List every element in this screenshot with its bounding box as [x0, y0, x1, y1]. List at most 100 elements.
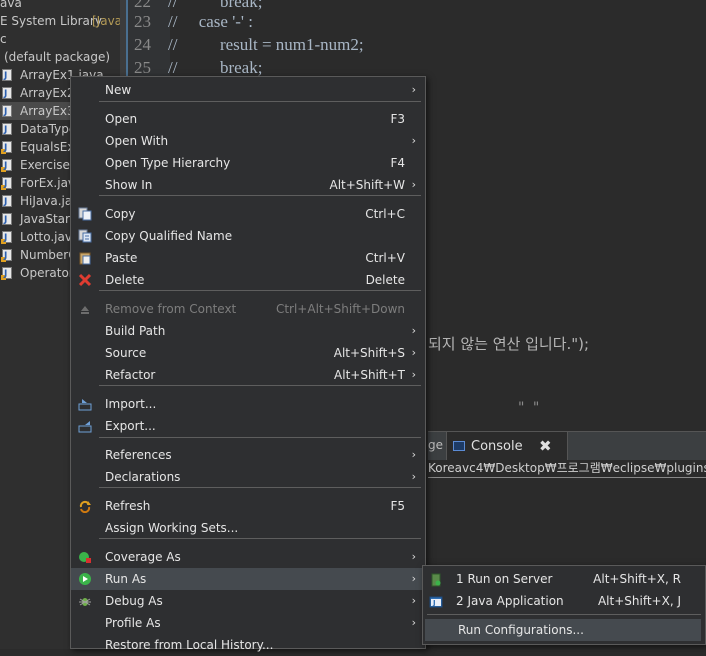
java-file-icon — [2, 121, 12, 139]
menu-item-label: Import... — [105, 397, 157, 411]
java-file-icon — [1, 265, 12, 283]
line-number: 24 — [134, 35, 151, 54]
copy-icon — [78, 207, 92, 221]
chevron-right-icon: › — [411, 594, 416, 607]
debug-icon — [78, 594, 92, 608]
code-line: // case '-' : — [168, 12, 253, 31]
menu-item-label: Show In — [105, 178, 153, 192]
tree-item-label: NumberG — [20, 248, 78, 262]
submenu-item-label: 2 Java Application — [456, 594, 564, 608]
tree-item-label: Exercise1 — [20, 158, 78, 172]
submenu-item-1-run-on-server[interactable]: 1 Run on Server Alt+Shift+X, R — [423, 568, 705, 590]
menu-item-open-with[interactable]: Open With › — [71, 130, 425, 152]
chevron-right-icon: › — [411, 368, 416, 381]
delete-icon — [78, 273, 92, 287]
menu-item-declarations[interactable]: Declarations › — [71, 466, 425, 488]
menu-item-export[interactable]: Export... — [71, 415, 425, 437]
chevron-right-icon: › — [411, 178, 416, 191]
menu-item-copy-qualified-name[interactable]: Copy Qualified Name — [71, 225, 425, 247]
submenu-item-2-java-application[interactable]: J 2 Java Application Alt+Shift+X, J — [423, 590, 705, 612]
refresh-icon — [78, 499, 92, 514]
java-file-icon — [2, 103, 12, 121]
server-icon — [429, 572, 443, 587]
menu-item-label: Build Path — [105, 324, 166, 338]
menu-item-label: Refresh — [105, 499, 151, 513]
menu-item-label: Source — [105, 346, 147, 360]
menu-item-paste[interactable]: Paste Ctrl+V — [71, 247, 425, 269]
chevron-right-icon: › — [411, 550, 416, 563]
submenu-item-label: 1 Run on Server — [456, 572, 553, 586]
menu-item-build-path[interactable]: Build Path › — [71, 320, 425, 342]
menu-item-label: Copy — [105, 207, 136, 221]
menu-item-label: Copy Qualified Name — [105, 229, 233, 243]
java-file-icon — [1, 175, 12, 193]
submenu-item-label: Run Configurations... — [458, 623, 584, 637]
console-path: Koreavc4₩Desktop₩프로그램₩eclipse₩plugins₩or… — [428, 459, 706, 478]
chevron-right-icon: › — [411, 448, 416, 461]
menu-item-refresh[interactable]: Refresh F5 — [71, 495, 425, 517]
menu-item-import[interactable]: Import... — [71, 393, 425, 415]
java-file-icon — [1, 157, 12, 175]
svg-text:J: J — [432, 599, 436, 607]
coverage-icon — [78, 550, 92, 564]
menu-item-shortcut: Ctrl+Alt+Shift+Down — [275, 302, 405, 316]
line-number: 23 — [134, 12, 151, 31]
menu-item-references[interactable]: References › — [71, 444, 425, 466]
tab-console[interactable]: Console ✖ — [446, 432, 568, 460]
menu-item-delete[interactable]: Delete Delete — [71, 269, 425, 291]
menu-item-label: Open With — [105, 134, 169, 148]
menu-item-new[interactable]: New › — [71, 79, 425, 101]
menu-item-copy[interactable]: Copy Ctrl+C — [71, 203, 425, 225]
menu-item-shortcut: F4 — [390, 156, 405, 170]
menu-item-label: Open — [105, 112, 138, 126]
menu-separator — [99, 101, 421, 102]
submenu-item-shortcut: Alt+Shift+X, J — [597, 594, 681, 608]
menu-item-label: Declarations — [105, 470, 181, 484]
menu-item-shortcut: Ctrl+C — [365, 207, 405, 221]
submenu-item-run-configurations[interactable]: Run Configurations... — [425, 619, 701, 641]
menu-item-shortcut: Ctrl+V — [365, 251, 405, 265]
menu-item-label: Refactor — [105, 368, 156, 382]
java-app-icon: J — [429, 594, 443, 608]
close-icon[interactable]: ✖ — [539, 437, 552, 455]
menu-item-label: References — [105, 448, 172, 462]
menu-item-label: Debug As — [105, 594, 163, 608]
menu-item-run-as[interactable]: Run As › — [71, 568, 425, 590]
tab-previous[interactable]: ge — [428, 438, 443, 452]
menu-item-assign-working-sets[interactable]: Assign Working Sets... — [71, 517, 425, 539]
menu-item-restore-from-local-history[interactable]: Restore from Local History... — [71, 634, 425, 656]
run-as-submenu: 1 Run on Server Alt+Shift+X, R J 2 Java App… — [422, 565, 706, 645]
menu-item-show-in[interactable]: Show In Alt+Shift+W › — [71, 174, 425, 196]
submenu-item-shortcut: Alt+Shift+X, R — [593, 572, 681, 586]
menu-item-label: Assign Working Sets... — [105, 521, 239, 535]
menu-item-label: Restore from Local History... — [105, 638, 274, 652]
java-file-icon — [2, 85, 12, 103]
menu-item-shortcut: Alt+Shift+T — [334, 368, 405, 382]
menu-item-shortcut: Alt+Shift+W — [329, 178, 406, 192]
code-fragment-quotes: " " — [518, 400, 542, 416]
menu-item-open[interactable]: Open F3 — [71, 108, 425, 130]
java-file-icon — [1, 247, 12, 265]
menu-item-coverage-as[interactable]: Coverage As › — [71, 546, 425, 568]
tree-item-label: DataType — [20, 122, 77, 136]
console-icon — [453, 441, 465, 451]
chevron-right-icon: › — [411, 134, 416, 147]
menu-item-source[interactable]: Source Alt+Shift+S › — [71, 342, 425, 364]
menu-item-label: Export... — [105, 419, 156, 433]
paste-icon — [78, 251, 92, 265]
menu-item-refactor[interactable]: Refactor Alt+Shift+T › — [71, 364, 425, 386]
line-number: 25 — [134, 58, 151, 77]
menu-item-shortcut: F3 — [390, 112, 405, 126]
chevron-right-icon: › — [411, 616, 416, 629]
menu-item-label: Paste — [105, 251, 138, 265]
run-icon — [78, 572, 92, 586]
menu-item-label: Profile As — [105, 616, 161, 630]
menu-item-label: Delete — [105, 273, 145, 287]
menu-item-label: Remove from Context — [105, 302, 237, 316]
menu-item-open-type-hierarchy[interactable]: Open Type Hierarchy F4 — [71, 152, 425, 174]
menu-item-profile-as[interactable]: Profile As › — [71, 612, 425, 634]
menu-item-label: Coverage As — [105, 550, 181, 564]
menu-item-label: New — [105, 83, 132, 97]
java-file-icon — [2, 211, 12, 229]
menu-item-debug-as[interactable]: Debug As › — [71, 590, 425, 612]
